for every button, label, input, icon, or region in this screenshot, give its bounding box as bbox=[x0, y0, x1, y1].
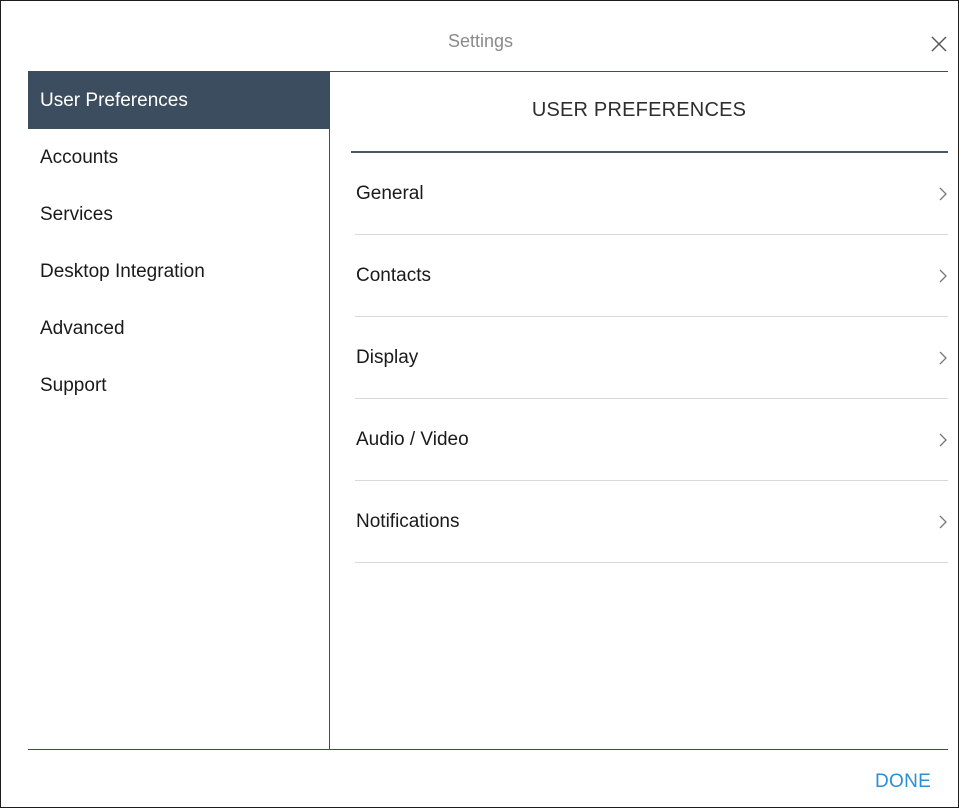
sidebar-item-user-preferences[interactable]: User Preferences bbox=[28, 72, 329, 129]
sidebar-item-advanced[interactable]: Advanced bbox=[28, 300, 329, 357]
sidebar-item-label: Services bbox=[40, 204, 113, 225]
menu-item-label: Display bbox=[356, 347, 419, 368]
menu-item-audio-video[interactable]: Audio / Video bbox=[355, 399, 948, 481]
settings-sidebar: User Preferences Accounts Services Deskt… bbox=[28, 72, 330, 749]
footer-divider bbox=[28, 749, 948, 750]
panel-heading: USER PREFERENCES bbox=[531, 99, 747, 121]
dialog-title: Settings bbox=[447, 31, 514, 51]
sidebar-item-desktop-integration[interactable]: Desktop Integration bbox=[28, 243, 329, 300]
done-button[interactable]: DONE bbox=[875, 771, 931, 793]
chevron-right-icon bbox=[938, 350, 948, 366]
chevron-right-icon bbox=[938, 514, 948, 530]
menu-item-label: Contacts bbox=[356, 265, 431, 286]
menu-item-general[interactable]: General bbox=[355, 153, 948, 235]
sidebar-item-label: Desktop Integration bbox=[40, 261, 205, 282]
menu-item-notifications[interactable]: Notifications bbox=[355, 481, 948, 563]
close-icon[interactable] bbox=[929, 34, 949, 54]
settings-dialog: Settings User Preferences Accounts Servi… bbox=[0, 0, 959, 808]
preferences-menu: General Contacts Display Audio / Video N… bbox=[355, 153, 948, 563]
menu-item-display[interactable]: Display bbox=[355, 317, 948, 399]
sidebar-item-label: Support bbox=[40, 375, 107, 396]
chevron-right-icon bbox=[938, 432, 948, 448]
menu-item-label: Notifications bbox=[356, 511, 460, 532]
chevron-right-icon bbox=[938, 186, 948, 202]
sidebar-item-accounts[interactable]: Accounts bbox=[28, 129, 329, 186]
menu-item-label: General bbox=[356, 183, 424, 204]
sidebar-item-label: Advanced bbox=[40, 318, 125, 339]
preferences-panel: USER PREFERENCES General Contacts Displa… bbox=[330, 72, 948, 749]
sidebar-item-label: User Preferences bbox=[40, 90, 188, 111]
sidebar-item-label: Accounts bbox=[40, 147, 119, 168]
chevron-right-icon bbox=[938, 268, 948, 284]
menu-item-label: Audio / Video bbox=[356, 429, 469, 450]
sidebar-item-services[interactable]: Services bbox=[28, 186, 329, 243]
menu-item-contacts[interactable]: Contacts bbox=[355, 235, 948, 317]
sidebar-item-support[interactable]: Support bbox=[28, 357, 329, 414]
